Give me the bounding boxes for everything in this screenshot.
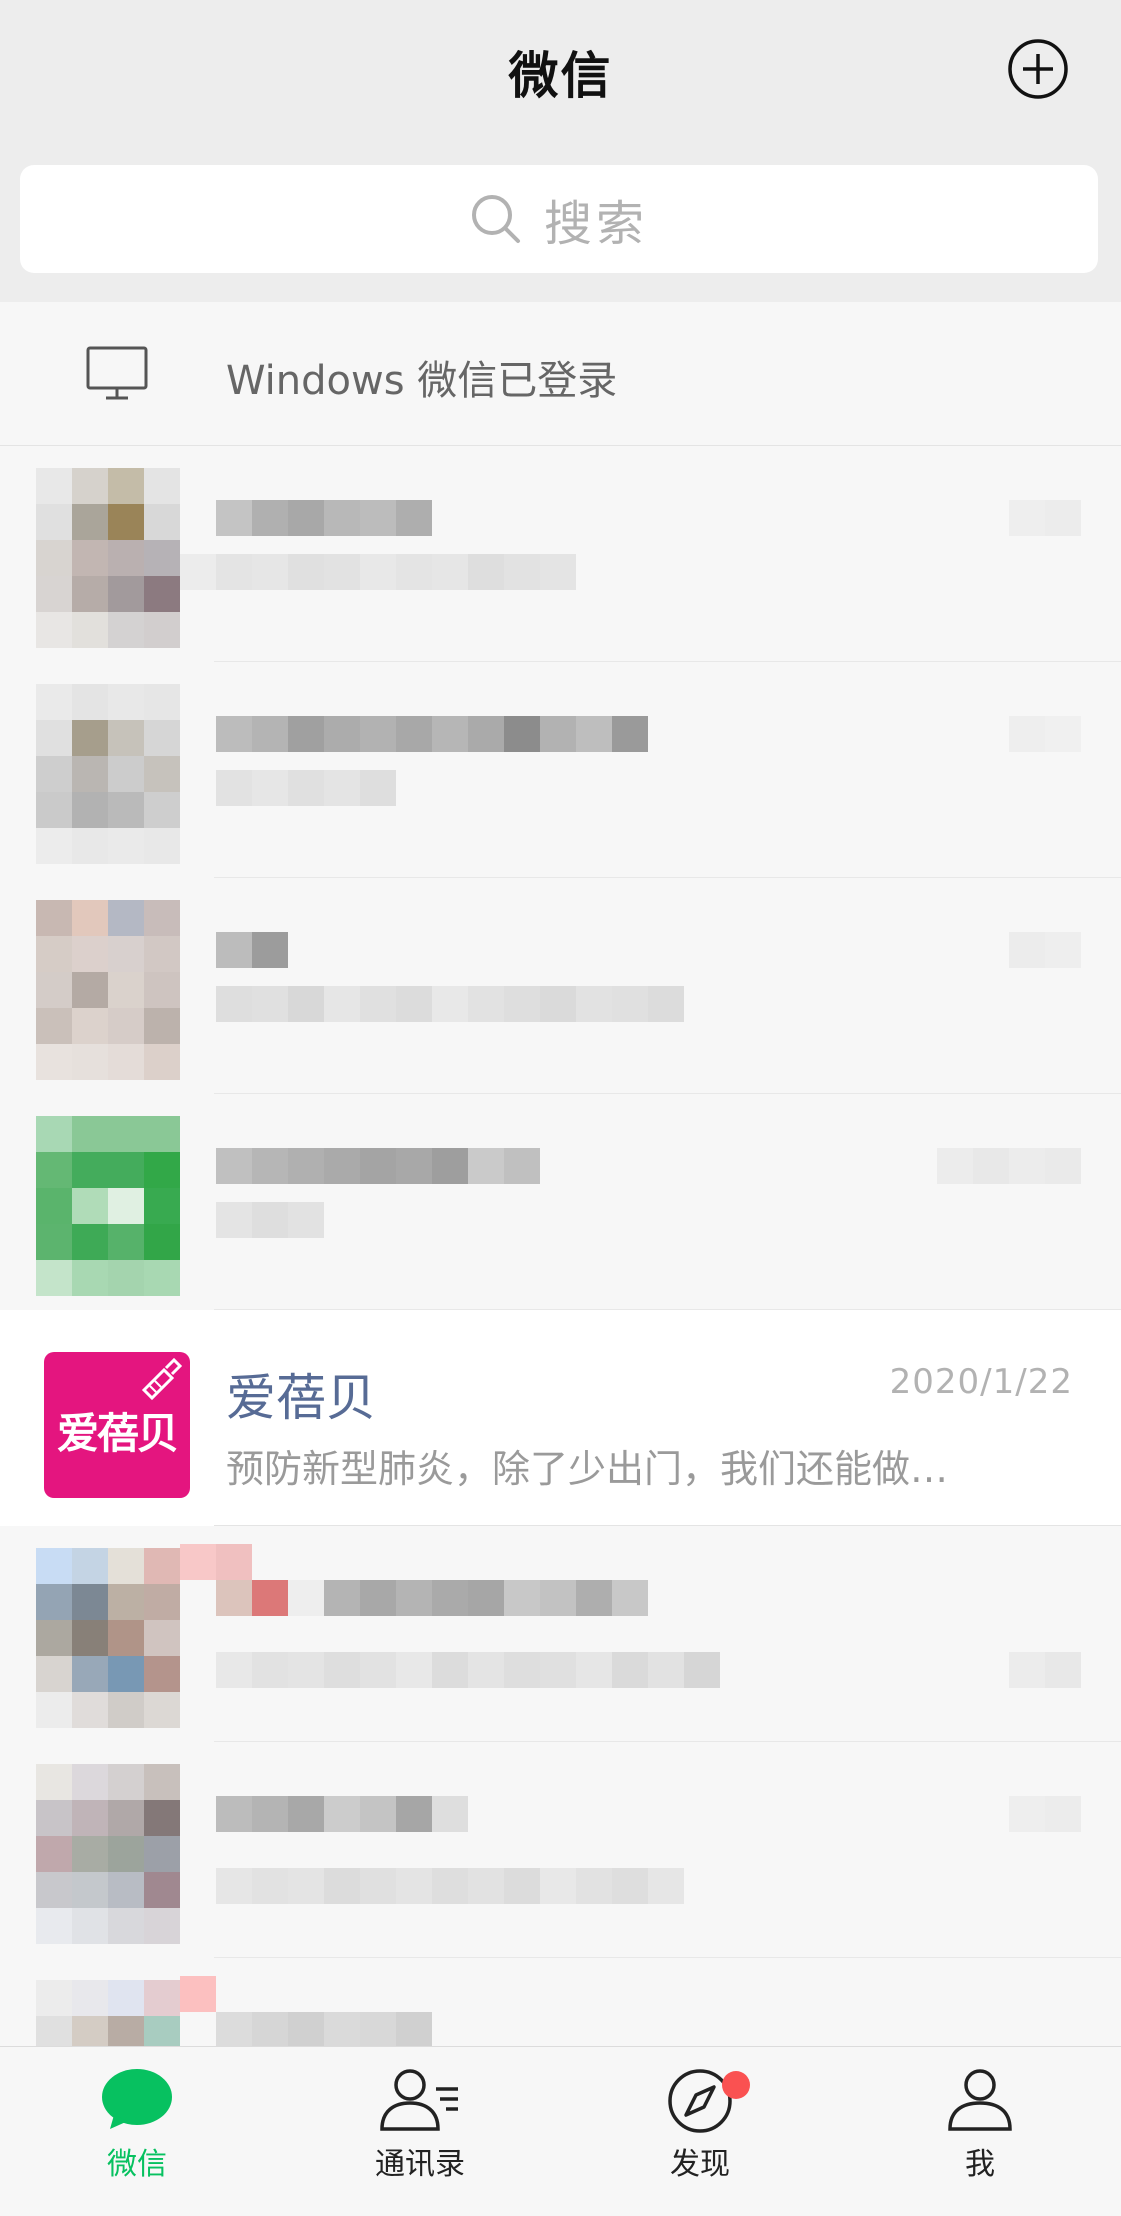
chat-time-pixel bbox=[1009, 716, 1081, 752]
page-title: 微信 bbox=[508, 47, 613, 105]
notification-dot bbox=[722, 2071, 750, 2099]
search-icon bbox=[471, 195, 520, 243]
tab-bar: 微信 通讯录 发现 我 bbox=[0, 2046, 1121, 2216]
avatar bbox=[36, 1764, 180, 1944]
list-item[interactable] bbox=[0, 446, 1121, 662]
windows-login-notice[interactable]: Windows 微信已登录 bbox=[0, 302, 1121, 446]
baby-bottle-icon bbox=[141, 1357, 183, 1401]
avatar bbox=[36, 900, 180, 1080]
tab-label: 我 bbox=[965, 2147, 995, 2182]
tab-contacts[interactable]: 通讯录 bbox=[320, 2067, 520, 2207]
tab-label: 通讯录 bbox=[375, 2147, 465, 2182]
list-item[interactable] bbox=[0, 1958, 1121, 2046]
monitor-icon bbox=[86, 346, 148, 400]
chat-name-pixel bbox=[216, 1148, 540, 1184]
chat-time-pixel bbox=[1009, 1796, 1081, 1832]
chat-time-pixel bbox=[1009, 500, 1081, 536]
list-item[interactable] bbox=[0, 1094, 1121, 1310]
chat-name-pixel bbox=[216, 932, 288, 968]
avatar bbox=[36, 1548, 180, 1728]
chat-name-pixel bbox=[180, 1544, 252, 1580]
chat-message-pixel bbox=[216, 1202, 324, 1238]
chat-message-pixel bbox=[216, 1652, 720, 1688]
chat-message-pixel bbox=[216, 1868, 684, 1904]
avatar bbox=[36, 684, 180, 864]
chat-bubble-icon bbox=[102, 2069, 172, 2129]
chat-name-pixel bbox=[216, 1580, 648, 1616]
avatar bbox=[36, 1980, 180, 2046]
list-item[interactable] bbox=[0, 1526, 1121, 1742]
search-placeholder: 搜索 bbox=[543, 196, 648, 252]
chat-name-pixel bbox=[216, 1796, 468, 1832]
chat-time-pixel bbox=[1009, 932, 1081, 968]
tab-discover[interactable]: 发现 bbox=[600, 2067, 800, 2207]
person-icon bbox=[948, 2069, 1012, 2131]
avatar: 爱蓓贝 bbox=[44, 1352, 190, 1498]
chat-name: 爱蓓贝 bbox=[226, 1369, 376, 1427]
list-item[interactable] bbox=[0, 878, 1121, 1094]
contacts-icon bbox=[380, 2069, 458, 2131]
chat-time: 2020/1/22 bbox=[889, 1362, 1073, 1402]
list-item[interactable] bbox=[0, 1742, 1121, 1958]
chat-message-pixel bbox=[180, 554, 576, 590]
avatar bbox=[36, 1116, 180, 1296]
chat-message-pixel bbox=[216, 986, 684, 1022]
chat-name-pixel bbox=[180, 1976, 216, 2012]
chat-time-pixel bbox=[937, 1148, 1081, 1184]
chat-name-pixel bbox=[216, 500, 432, 536]
avatar-text: 爱蓓贝 bbox=[56, 1409, 179, 1458]
chat-message-pixel bbox=[216, 770, 396, 806]
chat-message-preview: 预防新型肺炎，除了少出门，我们还能做… bbox=[226, 1447, 949, 1491]
search-input[interactable]: 搜索 bbox=[20, 165, 1098, 273]
login-notice-text: Windows 微信已登录 bbox=[226, 358, 618, 404]
avatar bbox=[36, 468, 180, 648]
header: 微信 bbox=[0, 0, 1121, 140]
add-icon[interactable] bbox=[1007, 38, 1069, 100]
tab-me[interactable]: 我 bbox=[880, 2067, 1080, 2207]
chat-list[interactable]: Windows 微信已登录 爱蓓贝 爱蓓贝 2020/1/22 预防新型肺炎，除… bbox=[0, 302, 1121, 2046]
chat-name-pixel bbox=[216, 2012, 432, 2046]
tab-chats[interactable]: 微信 bbox=[37, 2067, 237, 2207]
chat-item-aibeibei[interactable]: 爱蓓贝 爱蓓贝 2020/1/22 预防新型肺炎，除了少出门，我们还能做… bbox=[0, 1310, 1121, 1526]
list-item[interactable] bbox=[0, 662, 1121, 878]
chat-name-pixel bbox=[216, 716, 648, 752]
tab-label: 微信 bbox=[107, 2147, 167, 2182]
tab-label: 发现 bbox=[670, 2147, 730, 2182]
chat-time-pixel bbox=[1009, 1652, 1081, 1688]
